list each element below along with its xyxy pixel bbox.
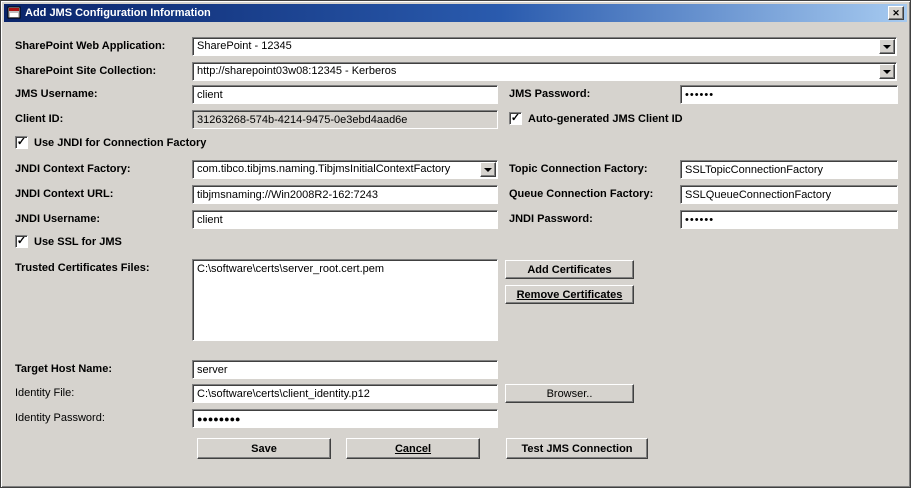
jndi-context-url-input[interactable] (192, 185, 498, 204)
cancel-button-label: Cancel (395, 443, 431, 455)
close-icon: ✕ (892, 8, 900, 19)
jndi-username-label: JNDI Username: (15, 210, 100, 229)
client-id-label: Client ID: (15, 110, 63, 129)
topic-connection-factory-label: Topic Connection Factory: (509, 160, 648, 179)
close-button[interactable]: ✕ (888, 6, 904, 20)
test-jms-connection-label: Test JMS Connection (521, 443, 632, 455)
client-id-input (192, 110, 498, 129)
jndi-context-factory-select[interactable]: com.tibco.tibjms.naming.TibjmsInitialCon… (192, 160, 498, 179)
sharepoint-web-application-select[interactable]: SharePoint - 12345 (192, 37, 897, 56)
chevron-down-glyph (883, 45, 891, 49)
jndi-context-factory-value: com.tibco.tibjms.naming.TibjmsInitialCon… (197, 162, 478, 177)
auto-generated-client-id-checkbox[interactable]: ✓ (509, 112, 522, 125)
use-ssl-checkbox[interactable]: ✓ (15, 235, 28, 248)
sharepoint-site-collection-select[interactable]: http://sharepoint03w08:12345 - Kerberos (192, 62, 897, 81)
queue-connection-factory-input[interactable] (680, 185, 898, 204)
identity-password-label: Identity Password: (15, 409, 105, 428)
sharepoint-site-collection-value: http://sharepoint03w08:12345 - Kerberos (197, 64, 877, 79)
sharepoint-web-application-label: SharePoint Web Application: (15, 37, 165, 56)
identity-password-input[interactable] (192, 409, 498, 428)
jndi-context-factory-label: JNDI Context Factory: (15, 160, 131, 179)
chevron-down-icon[interactable] (879, 39, 895, 54)
checkmark-icon: ✓ (17, 236, 26, 247)
browser-button[interactable]: Browser.. (505, 384, 634, 403)
sharepoint-site-collection-label: SharePoint Site Collection: (15, 62, 156, 81)
use-jndi-checkbox[interactable]: ✓ (15, 136, 28, 149)
dialog-window: Add JMS Configuration Information ✕ Shar… (0, 0, 911, 488)
topic-connection-factory-input[interactable] (680, 160, 898, 179)
use-jndi-label: Use JNDI for Connection Factory (34, 136, 206, 150)
trusted-certificates-listbox[interactable]: C:\software\certs\server_root.cert.pem (192, 259, 498, 341)
trusted-certificates-label: Trusted Certificates Files: (15, 259, 150, 278)
chevron-down-glyph (883, 70, 891, 74)
queue-connection-factory-label: Queue Connection Factory: (509, 185, 653, 204)
add-certificates-button[interactable]: Add Certificates (505, 260, 634, 279)
chevron-down-icon[interactable] (879, 64, 895, 79)
checkmark-icon: ✓ (17, 137, 26, 148)
sharepoint-web-application-value: SharePoint - 12345 (197, 39, 877, 54)
browser-button-label: Browser.. (547, 388, 593, 400)
target-host-name-input[interactable] (192, 360, 498, 379)
cancel-button[interactable]: Cancel (346, 438, 480, 459)
window-title: Add JMS Configuration Information (25, 7, 888, 19)
target-host-name-label: Target Host Name: (15, 360, 112, 379)
jms-password-label: JMS Password: (509, 85, 590, 104)
jndi-password-input[interactable] (680, 210, 898, 229)
jms-username-label: JMS Username: (15, 85, 98, 104)
checkmark-icon: ✓ (511, 113, 520, 124)
identity-file-label: Identity File: (15, 384, 74, 403)
jndi-password-label: JNDI Password: (509, 210, 593, 229)
chevron-down-icon[interactable] (480, 162, 496, 177)
jms-username-input[interactable] (192, 85, 498, 104)
use-ssl-label: Use SSL for JMS (34, 235, 122, 249)
app-icon (7, 6, 21, 20)
jndi-context-url-label: JNDI Context URL: (15, 185, 113, 204)
certificate-item[interactable]: C:\software\certs\server_root.cert.pem (197, 262, 493, 276)
remove-certificates-button[interactable]: Remove Certificates (505, 285, 634, 304)
identity-file-input[interactable] (192, 384, 498, 403)
test-jms-connection-button[interactable]: Test JMS Connection (506, 438, 648, 459)
auto-generated-client-id-label: Auto-generated JMS Client ID (528, 112, 683, 126)
save-button-label: Save (251, 443, 277, 455)
save-button[interactable]: Save (197, 438, 331, 459)
remove-certificates-label: Remove Certificates (517, 289, 623, 301)
add-certificates-label: Add Certificates (527, 264, 611, 276)
titlebar: Add JMS Configuration Information ✕ (4, 4, 907, 22)
chevron-down-glyph (484, 168, 492, 172)
jndi-username-input[interactable] (192, 210, 498, 229)
jms-password-input[interactable] (680, 85, 898, 104)
